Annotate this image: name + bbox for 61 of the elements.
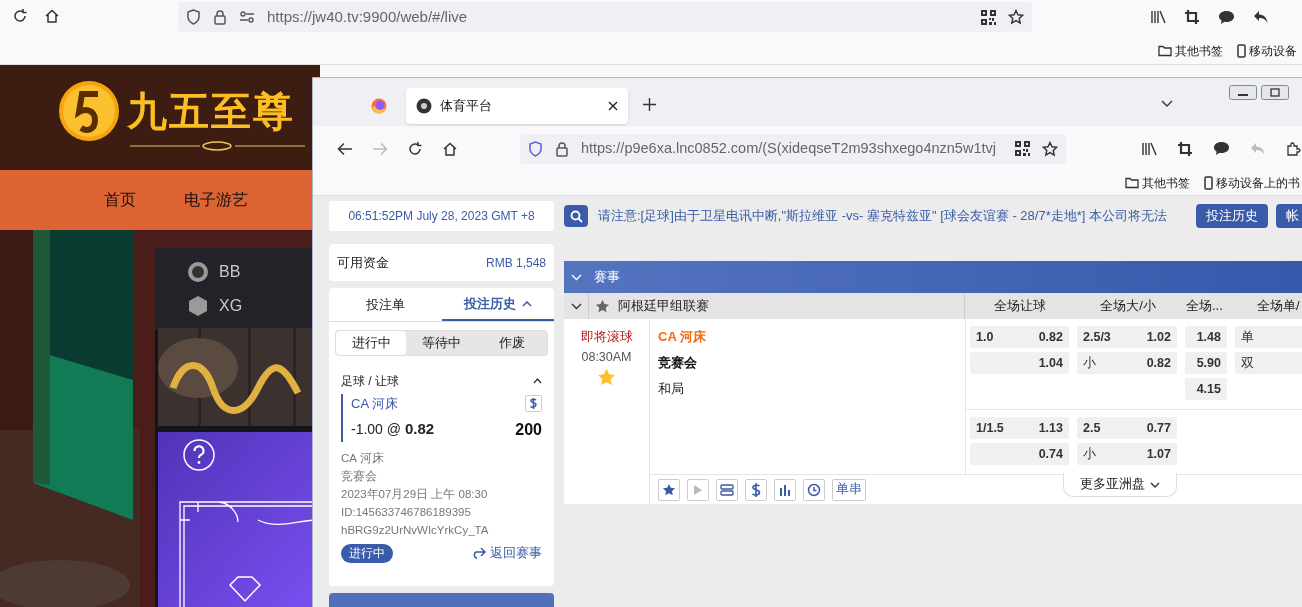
team-name: 竞赛会 bbox=[658, 354, 698, 372]
bet-type: 足球 / 让球 bbox=[341, 373, 399, 390]
odds-cell[interactable]: 1/1.5 1.13 bbox=[970, 417, 1069, 439]
nav-link[interactable]: 首页 bbox=[104, 188, 136, 212]
bet-detail: hBRG9z2UrNvWIcYrkCy_TA bbox=[341, 522, 490, 538]
nav-link[interactable]: 电子游艺 bbox=[184, 188, 248, 212]
notice-text: 请注意:[足球]由于卫星电讯中断,"斯拉维亚 -vs- 塞克特兹亚" [球会友谊赛 - 28/7*走地*] 本公司将无法 bbox=[598, 207, 1168, 226]
team-name: CA 河床 bbox=[658, 328, 707, 346]
more-label[interactable]: 更多亚洲盘 bbox=[1080, 475, 1145, 494]
return-link[interactable]: 返回赛事 bbox=[490, 543, 542, 563]
column-header: 全场... bbox=[1186, 297, 1223, 316]
filter-tab[interactable]: 进行中 bbox=[336, 331, 407, 355]
header-button[interactable]: 帐 bbox=[1276, 204, 1302, 228]
odds-cell[interactable]: 2.5 0.77 bbox=[1077, 417, 1177, 439]
parlay-button[interactable]: 单串 bbox=[832, 478, 866, 501]
team-name: 和局 bbox=[658, 380, 685, 398]
tab-title: 体育平台 bbox=[440, 97, 493, 116]
column-header: 全场单/ bbox=[1257, 297, 1300, 316]
more-tab[interactable]: 更多亚洲盘 bbox=[1063, 473, 1177, 497]
header-button[interactable]: 投注历史 bbox=[1196, 204, 1268, 228]
column-header: 全场让球 bbox=[993, 297, 1046, 316]
clock-text: 06:51:52PM July 28, 2023 GMT +8 bbox=[348, 208, 535, 225]
bet-detail: 竞赛会 bbox=[341, 468, 378, 484]
balance-label: 可用资金 bbox=[337, 253, 389, 272]
address-bar[interactable]: https://jw40.tv:9900/web/#/live bbox=[178, 2, 1032, 32]
odds-cell[interactable]: 0.74 bbox=[970, 443, 1069, 465]
odds-cell[interactable]: 2.5/3 1.02 bbox=[1077, 326, 1177, 348]
odds-cell[interactable]: 小 0.82 bbox=[1077, 352, 1177, 374]
odds-cell[interactable]: 双 bbox=[1235, 352, 1302, 374]
bookmark-link[interactable]: 其他书签 bbox=[1175, 42, 1223, 60]
section-title: 赛事 bbox=[594, 268, 620, 287]
odds-cell[interactable]: 小 1.07 bbox=[1077, 443, 1177, 465]
balance-value: RMB 1,548 bbox=[485, 254, 546, 272]
status-badge: 进行中 bbox=[341, 543, 393, 563]
bet-odds: -1.00 @ 0.82 bbox=[351, 419, 435, 440]
odds-cell[interactable]: 1.0 0.82 bbox=[970, 326, 1069, 348]
filter-tab[interactable]: 等待中 bbox=[406, 331, 477, 355]
filter-tab[interactable]: 作废 bbox=[476, 331, 547, 355]
bookmark-link[interactable]: 其他书签 bbox=[1142, 174, 1190, 192]
url-text[interactable]: https://jw40.tv:9900/web/#/live bbox=[267, 5, 969, 29]
slip-tab[interactable]: 投注单 bbox=[329, 288, 442, 321]
odds-cell[interactable]: 单 bbox=[1235, 326, 1302, 348]
bet-detail: 2023年07月29日 上午 08:30 bbox=[341, 486, 489, 502]
bet-selection: CA 河床 bbox=[351, 395, 398, 413]
odds-cell[interactable]: 4.15 bbox=[1185, 378, 1227, 400]
column-header: 全场大/小 bbox=[1100, 297, 1156, 316]
odds-cell[interactable]: 1.04 bbox=[970, 352, 1069, 374]
bet-stake: 200 bbox=[515, 419, 542, 440]
bookmark-link[interactable]: 移动设备 bbox=[1249, 42, 1297, 60]
match-time: 08:30AM bbox=[581, 348, 632, 366]
address-bar[interactable]: https://p9e6xa.lnc0852.com/(S(xideqseT2m93shxego4nzn5w1tvj bbox=[519, 133, 1066, 164]
bookmark-link[interactable]: 移动设备上的书 bbox=[1216, 174, 1300, 192]
bet-detail: CA 河床 bbox=[341, 450, 385, 466]
bet-detail: ID:145633746786189395 bbox=[341, 504, 472, 520]
odds-cell[interactable]: 1.48 bbox=[1185, 326, 1227, 348]
match-status: 即将滚球 bbox=[580, 328, 633, 346]
brand-name: 九五至尊 bbox=[127, 88, 295, 135]
slip-tab[interactable]: 投注历史 bbox=[441, 288, 554, 321]
league-name: 阿根廷甲组联赛 bbox=[618, 297, 709, 316]
odds-cell[interactable]: 5.90 bbox=[1185, 352, 1227, 374]
browser-tab[interactable]: 体育平台 bbox=[406, 88, 628, 124]
